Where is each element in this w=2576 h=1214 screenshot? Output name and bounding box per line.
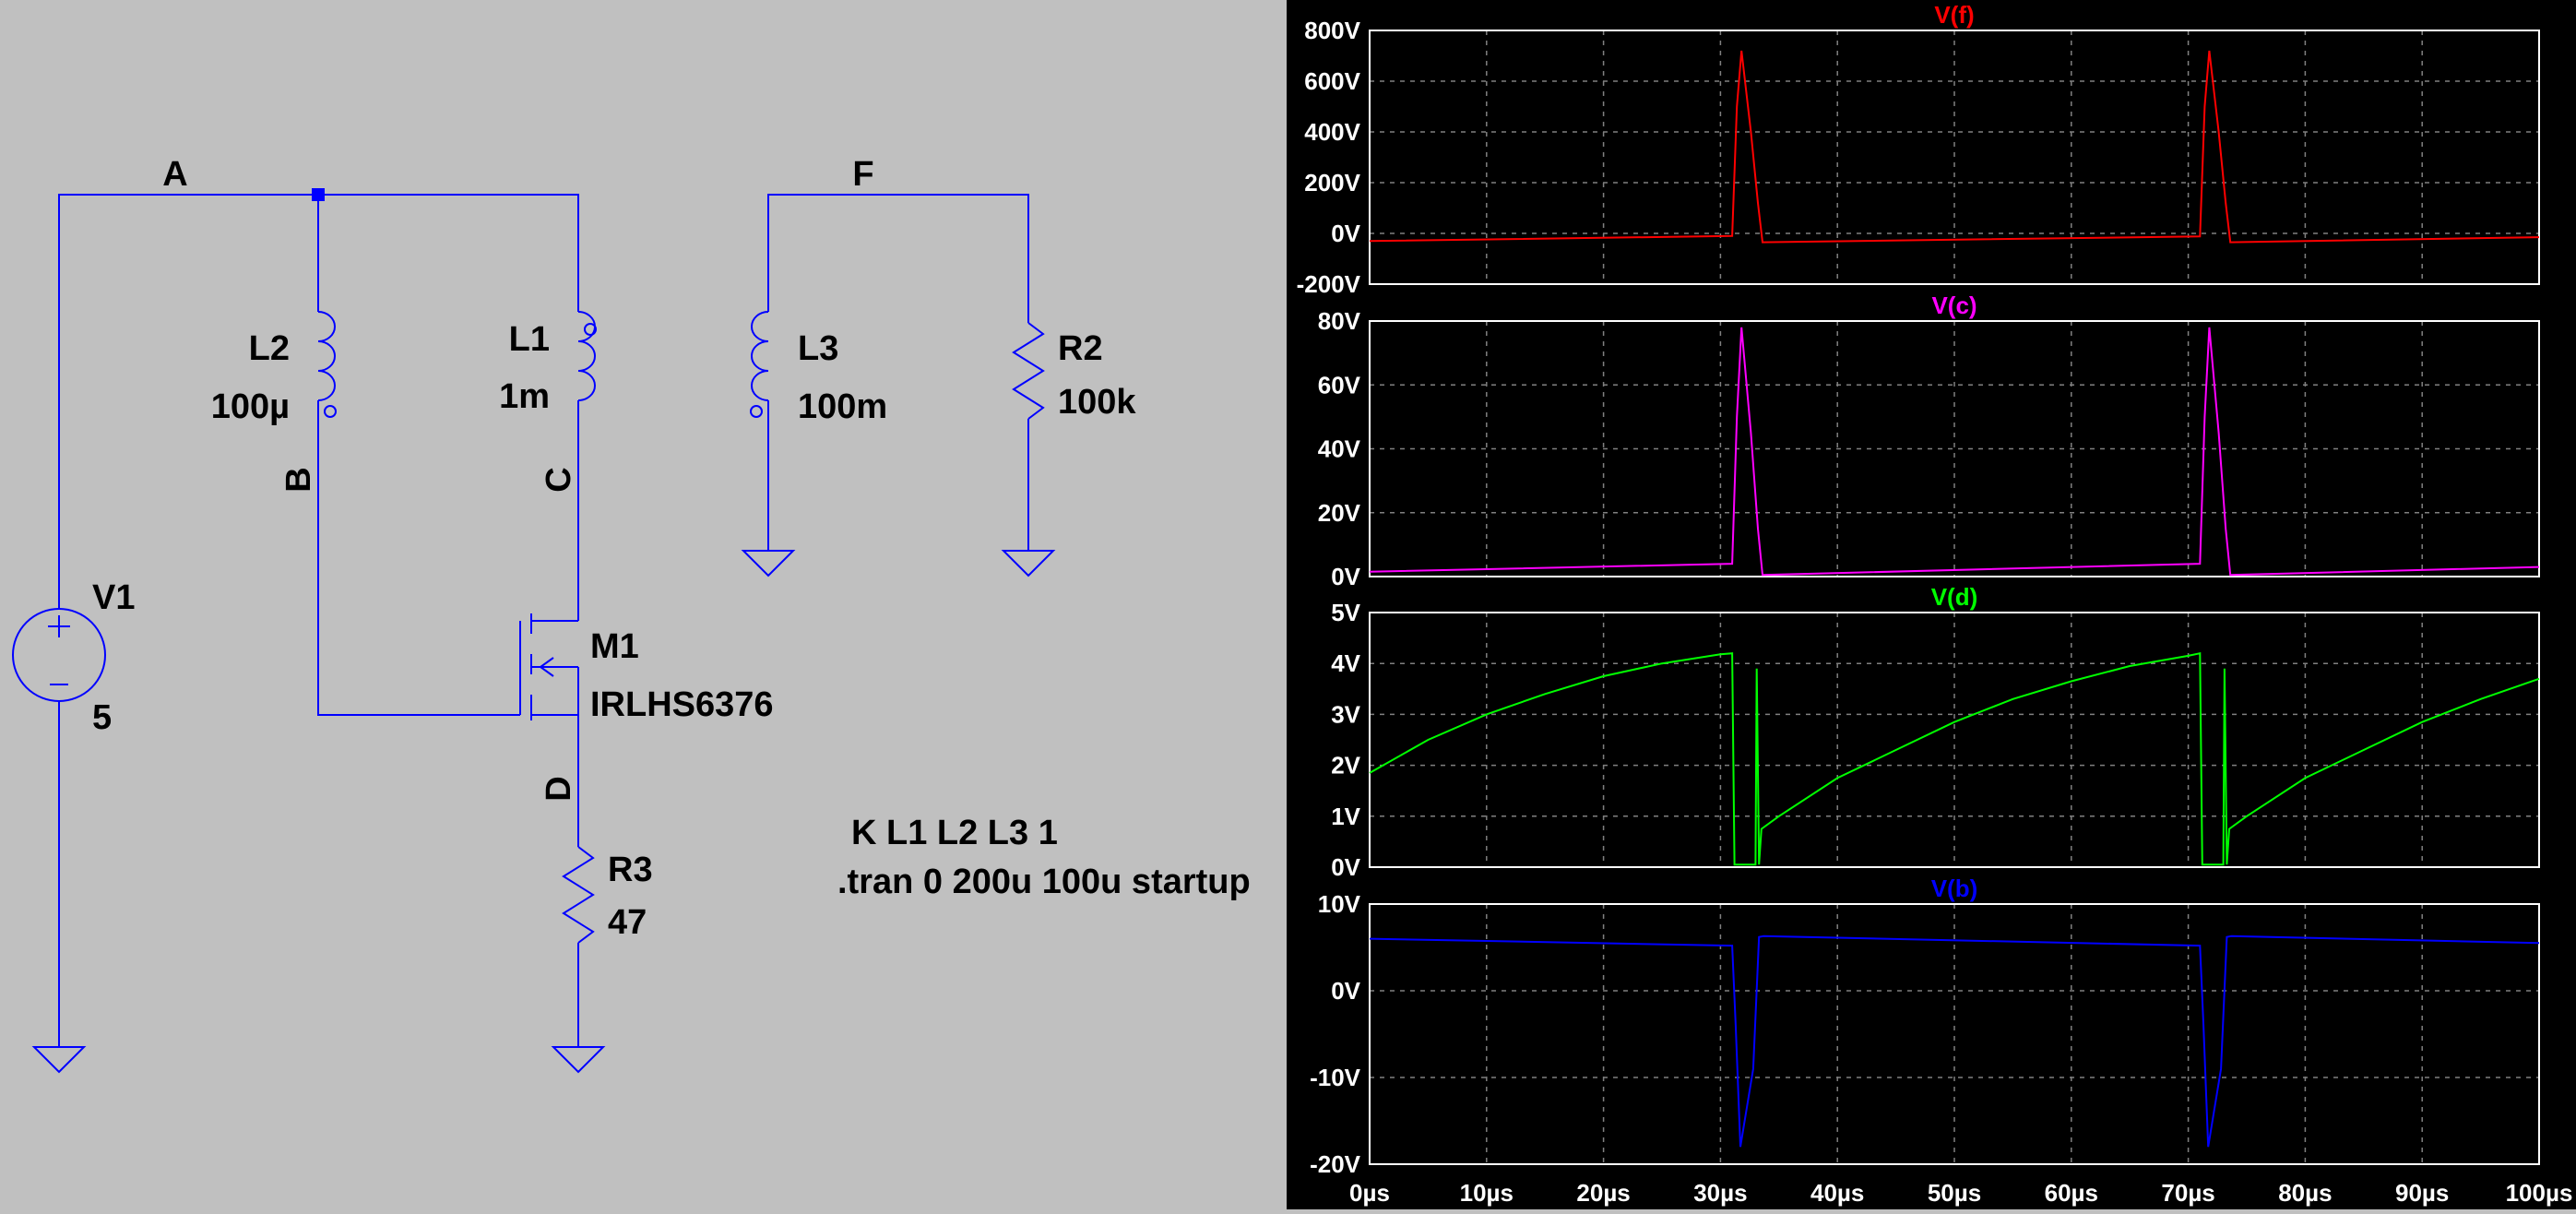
y-tick-label: -20V <box>1310 1150 1361 1178</box>
r3-name-label[interactable]: R3 <box>608 851 653 889</box>
y-tick-label: 40V <box>1318 435 1361 463</box>
ground-symbol-r2 <box>1001 550 1056 577</box>
y-tick-label: 0V <box>1331 563 1360 590</box>
plot-pane-4[interactable]: 10V 0V -10V -20V V(b) 0µs 10µs 20µs 30µs 40µs 50µs… <box>1310 875 2572 1207</box>
m1-value-label[interactable]: IRLHS6376 <box>590 685 774 724</box>
y-tick-label: 2V <box>1331 752 1360 780</box>
trace-title[interactable]: V(b) <box>1931 875 1978 902</box>
wire-net-b[interactable] <box>317 400 520 716</box>
junction-dot <box>312 188 325 201</box>
y-tick-label: 4V <box>1331 649 1360 677</box>
x-tick-label: 30µs <box>1693 1179 1747 1207</box>
schematic-canvas[interactable]: A F B C D V1 5 L2 100µ L1 1m L3 100m R2 … <box>0 0 1287 1209</box>
x-tick-label: 70µs <box>2161 1179 2214 1207</box>
net-label-a[interactable]: A <box>162 155 187 194</box>
y-tick-label: 80V <box>1318 307 1361 335</box>
inductor-l2-symbol[interactable] <box>317 311 336 401</box>
y-tick-label: 1V <box>1331 803 1360 830</box>
trace-title[interactable]: V(d) <box>1931 583 1978 611</box>
trace-title[interactable]: V(f) <box>1934 1 1974 29</box>
wire-net-f[interactable] <box>767 194 1029 323</box>
y-tick-label: 10V <box>1318 890 1361 918</box>
y-tick-label: 3V <box>1331 700 1360 728</box>
y-tick-label: 200V <box>1304 169 1360 196</box>
x-tick-label: 40µs <box>1810 1179 1864 1207</box>
x-tick-label: 50µs <box>1928 1179 1981 1207</box>
net-label-d[interactable]: D <box>540 776 578 801</box>
y-tick-label: 0V <box>1331 853 1360 881</box>
x-tick-label: 0µs <box>1349 1179 1390 1207</box>
ground-symbol-r3 <box>551 1046 606 1074</box>
coupling-directive[interactable]: K L1 L2 L3 1 <box>851 814 1058 852</box>
m1-name-label[interactable]: M1 <box>590 627 639 666</box>
y-tick-label: 0V <box>1331 220 1360 247</box>
y-tick-label: 800V <box>1304 17 1360 44</box>
ground-symbol-l3 <box>741 550 796 577</box>
schematic-panel[interactable]: A F B C D V1 5 L2 100µ L1 1m L3 100m R2 … <box>0 0 1287 1209</box>
y-tick-label: 0V <box>1331 977 1360 1005</box>
y-tick-label: -10V <box>1310 1064 1361 1091</box>
l3-name-label[interactable]: L3 <box>798 329 838 368</box>
x-tick-label: 20µs <box>1576 1179 1630 1207</box>
r2-value-label[interactable]: 100k <box>1058 383 1136 422</box>
y-tick-label: 5V <box>1331 599 1360 626</box>
l2-name-label[interactable]: L2 <box>249 329 290 368</box>
waveform-canvas[interactable]: 800V 600V 400V 200V 0V -200V V(f) 80V 60V 40V 20V 0… <box>1287 0 2576 1209</box>
trace-title[interactable]: V(c) <box>1931 292 1977 319</box>
net-label-f[interactable]: F <box>852 155 873 194</box>
y-tick-label: 20V <box>1318 499 1361 527</box>
x-tick-label: 90µs <box>2395 1179 2449 1207</box>
plot-frame <box>1369 903 2540 1165</box>
ground-symbol-v1 <box>31 1046 87 1074</box>
net-label-c[interactable]: C <box>540 467 578 492</box>
resistor-r3-symbol[interactable] <box>562 846 595 944</box>
plot-pane-3[interactable]: 5V 4V 3V 2V 1V 0V V(d) <box>1331 583 2540 881</box>
x-tick-label: 10µs <box>1460 1179 1514 1207</box>
r2-name-label[interactable]: R2 <box>1058 329 1103 368</box>
r3-value-label[interactable]: 47 <box>608 903 647 942</box>
l3-value-label[interactable]: 100m <box>798 387 887 426</box>
resistor-r2-symbol[interactable] <box>1012 322 1045 420</box>
y-tick-label: 400V <box>1304 118 1360 146</box>
x-tick-label: 100µs <box>2506 1179 2573 1207</box>
y-tick-label: -200V <box>1297 270 1361 298</box>
plot-pane-2[interactable]: 80V 60V 40V 20V 0V V(c) <box>1318 292 2540 590</box>
v1-name-label[interactable]: V1 <box>92 578 135 617</box>
net-label-b[interactable]: B <box>279 467 318 492</box>
y-tick-label: 600V <box>1304 67 1360 95</box>
tran-directive[interactable]: .tran 0 200u 100u startup <box>837 863 1251 901</box>
l1-name-label[interactable]: L1 <box>509 320 550 359</box>
waveform-viewer[interactable]: 800V 600V 400V 200V 0V -200V V(f) 80V 60V 40V 20V 0… <box>1287 0 2576 1209</box>
v1-value-label[interactable]: 5 <box>92 698 112 737</box>
x-tick-label: 60µs <box>2045 1179 2098 1207</box>
l2-value-label[interactable]: 100µ <box>211 387 290 426</box>
y-tick-label: 60V <box>1318 371 1361 399</box>
inductor-l3-symbol[interactable] <box>751 311 769 401</box>
plot-pane-1[interactable]: 800V 600V 400V 200V 0V -200V V(f) <box>1297 1 2540 298</box>
l1-value-label[interactable]: 1m <box>499 377 550 416</box>
x-tick-label: 80µs <box>2278 1179 2332 1207</box>
